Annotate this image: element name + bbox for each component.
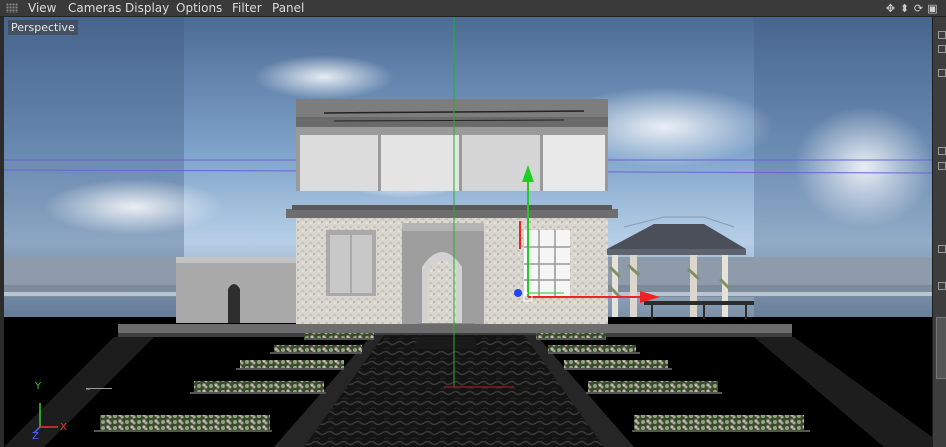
scene-render xyxy=(4,17,932,447)
rotate-view-icon[interactable]: ⟳ xyxy=(913,3,924,14)
panel-checkbox-icon[interactable] xyxy=(938,69,946,77)
axis-z-label: Z xyxy=(32,431,39,442)
viewport-menubar: View Cameras Display Options Filter Pane… xyxy=(0,0,946,17)
menu-panel[interactable]: Panel xyxy=(272,0,304,16)
ground-marker xyxy=(86,388,112,389)
menu-cameras[interactable]: Cameras xyxy=(68,0,121,16)
maximize-view-icon[interactable]: ▣ xyxy=(927,3,938,14)
axis-x-label: X xyxy=(60,422,67,433)
dolly-icon[interactable]: ⬍ xyxy=(899,3,910,14)
menu-display[interactable]: Display xyxy=(125,0,169,16)
axis-gizmo: Y X Z xyxy=(30,377,112,447)
panel-checkbox-icon[interactable] xyxy=(938,162,946,170)
panel-checkbox-icon[interactable] xyxy=(938,147,946,155)
panel-checkbox-icon[interactable] xyxy=(938,282,946,290)
move-view-icon[interactable]: ✥ xyxy=(885,3,896,14)
menu-options[interactable]: Options xyxy=(176,0,222,16)
panel-checkbox-icon[interactable] xyxy=(938,245,946,253)
menu-view[interactable]: View xyxy=(28,0,56,16)
viewport-label[interactable]: Perspective xyxy=(8,20,78,35)
panel-scroll-strip[interactable] xyxy=(936,317,946,379)
side-panel-edge xyxy=(932,17,946,447)
grip-handle-icon[interactable] xyxy=(6,3,18,13)
menu-filter[interactable]: Filter xyxy=(232,0,262,16)
panel-checkbox-icon[interactable] xyxy=(938,45,946,53)
panel-checkbox-icon[interactable] xyxy=(938,31,946,39)
perspective-viewport[interactable]: Perspective Y X Z xyxy=(4,17,932,447)
axis-y-label: Y xyxy=(35,381,42,392)
